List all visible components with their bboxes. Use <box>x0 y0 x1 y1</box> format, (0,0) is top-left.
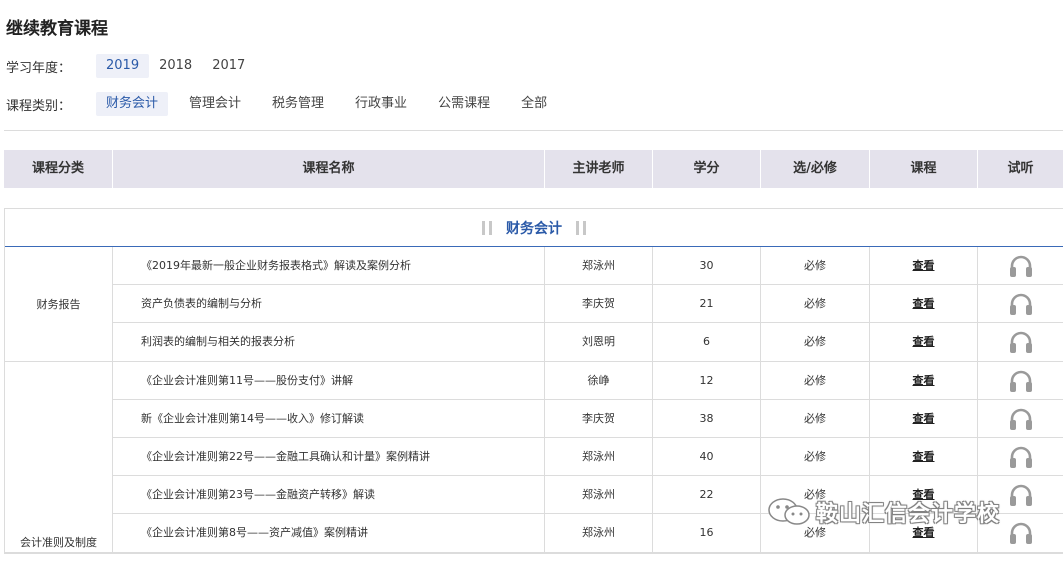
year-option-2018[interactable]: 2018 <box>149 54 202 78</box>
course-credit: 30 <box>653 247 761 285</box>
course-name: 新《企业会计准则第14号——收入》修订解读 <box>113 400 545 438</box>
header-required: 选/必修 <box>761 150 870 188</box>
headphone-icon[interactable] <box>1008 292 1034 316</box>
course-credit: 22 <box>653 476 761 514</box>
divider <box>4 130 1063 131</box>
watermark: 鞍山汇信会计学校 <box>766 496 1000 528</box>
course-teacher: 李庆贺 <box>545 400 653 438</box>
course-name: 《企业会计准则第11号——股份支付》讲解 <box>113 362 545 400</box>
headphone-icon[interactable] <box>1008 521 1034 545</box>
course-credit: 12 <box>653 362 761 400</box>
year-option-2019[interactable]: 2019 <box>96 54 150 78</box>
course-name: 《企业会计准则第23号——金融资产转移》解读 <box>113 476 545 514</box>
course-name: 《企业会计准则第22号——金融工具确认和计量》案例精讲 <box>113 438 545 476</box>
course-teacher: 刘恩明 <box>545 323 653 361</box>
course-name: 《2019年最新一般企业财务报表格式》解读及案例分析 <box>113 247 545 285</box>
section-bar <box>576 220 579 235</box>
section-bar <box>583 220 586 235</box>
course-teacher: 郑泳州 <box>545 247 653 285</box>
group-rows: 《2019年最新一般企业财务报表格式》解读及案例分析 郑泳州 30 必修 查看 资产负债表… <box>113 247 1063 361</box>
table-row: 资产负债表的编制与分析 李庆贺 21 必修 查看 <box>113 285 1063 323</box>
section-header: 财务会计 <box>5 209 1063 247</box>
course-name: 利润表的编制与相关的报表分析 <box>113 323 545 361</box>
table-row: 新《企业会计准则第14号——收入》修订解读 李庆贺 38 必修 查看 <box>113 400 1063 438</box>
course-type: 必修 <box>761 362 870 400</box>
view-link[interactable]: 查看 <box>870 247 978 285</box>
group-label: 财务报告 <box>5 247 113 361</box>
course-name: 《企业会计准则第8号——资产减值》案例精讲 <box>113 514 545 552</box>
category-option-financial[interactable]: 财务会计 <box>96 92 169 116</box>
header-trial: 试听 <box>1007 161 1034 176</box>
trial-listen-button[interactable] <box>978 247 1063 285</box>
section-bar <box>482 220 485 235</box>
course-teacher: 郑泳州 <box>545 514 653 552</box>
year-option-2017[interactable]: 2017 <box>202 54 255 78</box>
course-name: 资产负债表的编制与分析 <box>113 285 545 323</box>
headphone-icon[interactable] <box>1008 483 1034 507</box>
view-link[interactable]: 查看 <box>870 285 978 323</box>
category-option-all[interactable]: 全部 <box>511 92 557 116</box>
view-link[interactable]: 查看 <box>870 438 978 476</box>
course-type: 必修 <box>761 247 870 285</box>
headphone-icon[interactable] <box>1008 254 1034 278</box>
category-option-public[interactable]: 公需课程 <box>428 92 500 116</box>
header-category: 课程分类 <box>4 150 113 188</box>
course-type: 必修 <box>761 438 870 476</box>
course-teacher: 郑泳州 <box>545 476 653 514</box>
view-link[interactable]: 查看 <box>870 323 978 361</box>
year-filter-label: 学习年度： <box>6 60 72 76</box>
headphone-icon[interactable] <box>1008 369 1034 393</box>
category-filter: 课程类别： 财务会计 管理会计 税务管理 行政事业 公需课程 全部 <box>6 92 568 116</box>
trial-listen-button[interactable] <box>978 438 1063 476</box>
course-credit: 40 <box>653 438 761 476</box>
table-row: 《企业会计准则第11号——股份支付》讲解 徐峥 12 必修 查看 <box>113 362 1063 400</box>
category-option-admin[interactable]: 行政事业 <box>345 92 417 116</box>
trial-listen-button[interactable] <box>978 285 1063 323</box>
header-credit: 学分 <box>653 150 761 188</box>
course-credit: 16 <box>653 514 761 552</box>
year-filter: 学习年度： 2019 2018 2017 <box>6 54 255 78</box>
trial-listen-button[interactable] <box>978 400 1063 438</box>
course-type: 必修 <box>761 400 870 438</box>
watermark-text: 鞍山汇信会计学校 <box>816 502 1001 527</box>
category-filter-label: 课程类别： <box>6 98 72 114</box>
category-option-tax[interactable]: 税务管理 <box>262 92 334 116</box>
section-title: 财务会计 <box>506 220 562 237</box>
headphone-icon[interactable] <box>1008 445 1034 469</box>
header-teacher: 主讲老师 <box>545 150 653 188</box>
table-row: 《2019年最新一般企业财务报表格式》解读及案例分析 郑泳州 30 必修 查看 <box>113 247 1063 285</box>
course-teacher: 徐峥 <box>545 362 653 400</box>
table-header: 课程分类 课程名称 主讲老师 学分 选/必修 课程 试听 <box>4 150 1063 188</box>
table-row: 利润表的编制与相关的报表分析 刘恩明 6 必修 查看 <box>113 323 1063 361</box>
course-credit: 21 <box>653 285 761 323</box>
course-type: 必修 <box>761 323 870 361</box>
course-teacher: 郑泳州 <box>545 438 653 476</box>
trial-listen-button[interactable] <box>978 323 1063 361</box>
course-credit: 38 <box>653 400 761 438</box>
category-option-management[interactable]: 管理会计 <box>179 92 251 116</box>
header-course: 课程 <box>870 150 978 188</box>
header-course-name: 课程名称 <box>113 150 545 188</box>
wechat-icon <box>768 498 810 525</box>
headphone-icon[interactable] <box>1008 407 1034 431</box>
trial-listen-button[interactable] <box>978 362 1063 400</box>
headphone-icon[interactable] <box>1008 330 1034 354</box>
course-group: 财务报告 《2019年最新一般企业财务报表格式》解读及案例分析 郑泳州 30 必修 查看资… <box>5 247 1063 362</box>
view-link[interactable]: 查看 <box>870 400 978 438</box>
course-type: 必修 <box>761 285 870 323</box>
view-link[interactable]: 查看 <box>870 362 978 400</box>
group-label: 会计准则及制度 <box>5 362 113 552</box>
page-title: 继续教育课程 <box>6 19 108 39</box>
table-row: 《企业会计准则第22号——金融工具确认和计量》案例精讲 郑泳州 40 必修 查看 <box>113 438 1063 476</box>
section-bar <box>489 220 492 235</box>
course-teacher: 李庆贺 <box>545 285 653 323</box>
course-credit: 6 <box>653 323 761 361</box>
